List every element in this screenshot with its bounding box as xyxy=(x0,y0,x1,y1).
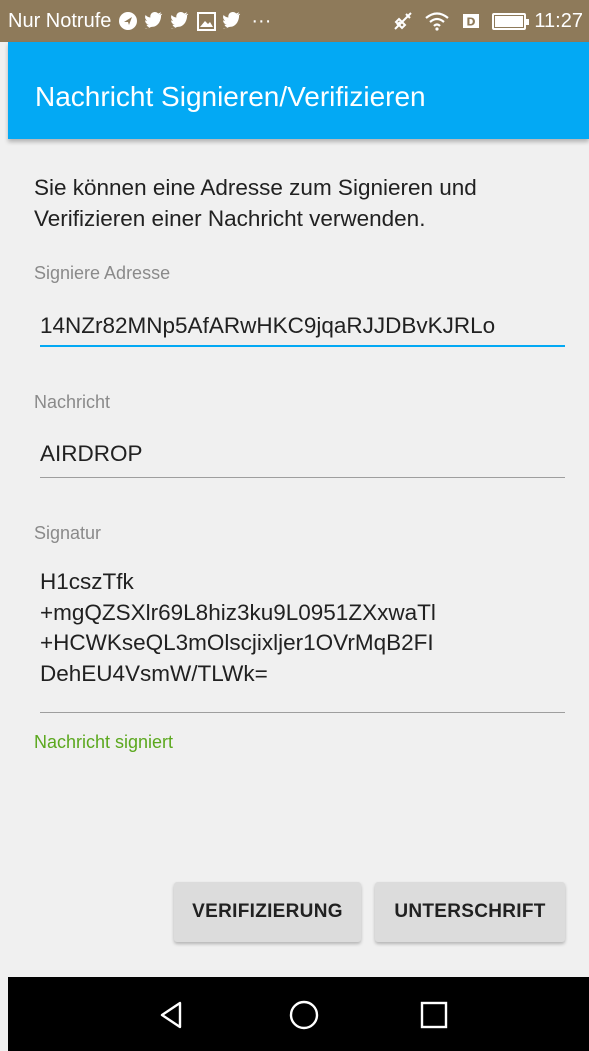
twitter-icon xyxy=(221,10,243,32)
signature-label: Signatur xyxy=(34,523,102,543)
message-label: Nachricht xyxy=(34,392,111,412)
message-input-underline xyxy=(40,477,565,478)
verify-button[interactable]: VERIFIZIERUNG xyxy=(174,882,361,942)
carrier-label: Nur Notrufe xyxy=(8,9,112,32)
recents-icon[interactable] xyxy=(418,999,450,1031)
home-icon[interactable] xyxy=(288,999,320,1031)
twitter-icon xyxy=(169,10,191,32)
page-title: Nachricht Signieren/Verifizieren xyxy=(35,81,426,112)
description-text: Sie können eine Adresse zum Signieren un… xyxy=(34,175,477,231)
clock: 11:27 xyxy=(534,9,583,32)
mute-icon xyxy=(392,10,414,32)
signature-input[interactable]: H1cszTfk +mgQZSXlr69L8hiz3ku9L0951ZXxwaT… xyxy=(40,567,568,689)
navigation-icon xyxy=(117,10,139,32)
wifi-icon xyxy=(424,10,450,32)
message-input[interactable]: AIRDROP xyxy=(40,439,568,469)
more-notifications-icon: ··· xyxy=(251,9,272,32)
address-input[interactable]: 14NZr82MNp5AfARwHKC9jqaRJJDBvKJRLo xyxy=(40,311,568,341)
address-label: Signiere Adresse xyxy=(34,263,171,283)
app-bar: Nachricht Signieren/Verifizieren xyxy=(8,42,589,139)
twitter-icon xyxy=(143,10,165,32)
status-bar: Nur Notrufe ··· D 11:27 xyxy=(0,0,589,42)
notification-icons: ··· xyxy=(117,10,271,33)
gallery-icon xyxy=(195,10,217,32)
sign-button[interactable]: UNTERSCHRIFT xyxy=(375,882,565,942)
svg-text:D: D xyxy=(467,16,476,29)
battery-icon xyxy=(492,12,530,30)
signature-input-underline xyxy=(40,712,565,713)
status-bar-left: Nur Notrufe ··· xyxy=(8,0,271,42)
status-bar-right: D 11:27 xyxy=(392,0,583,42)
navigation-bar xyxy=(8,977,589,1051)
sim-icon: D xyxy=(460,10,482,32)
status-message: Nachricht signiert xyxy=(34,732,174,752)
address-input-underline xyxy=(40,345,565,347)
back-icon[interactable] xyxy=(156,999,188,1031)
